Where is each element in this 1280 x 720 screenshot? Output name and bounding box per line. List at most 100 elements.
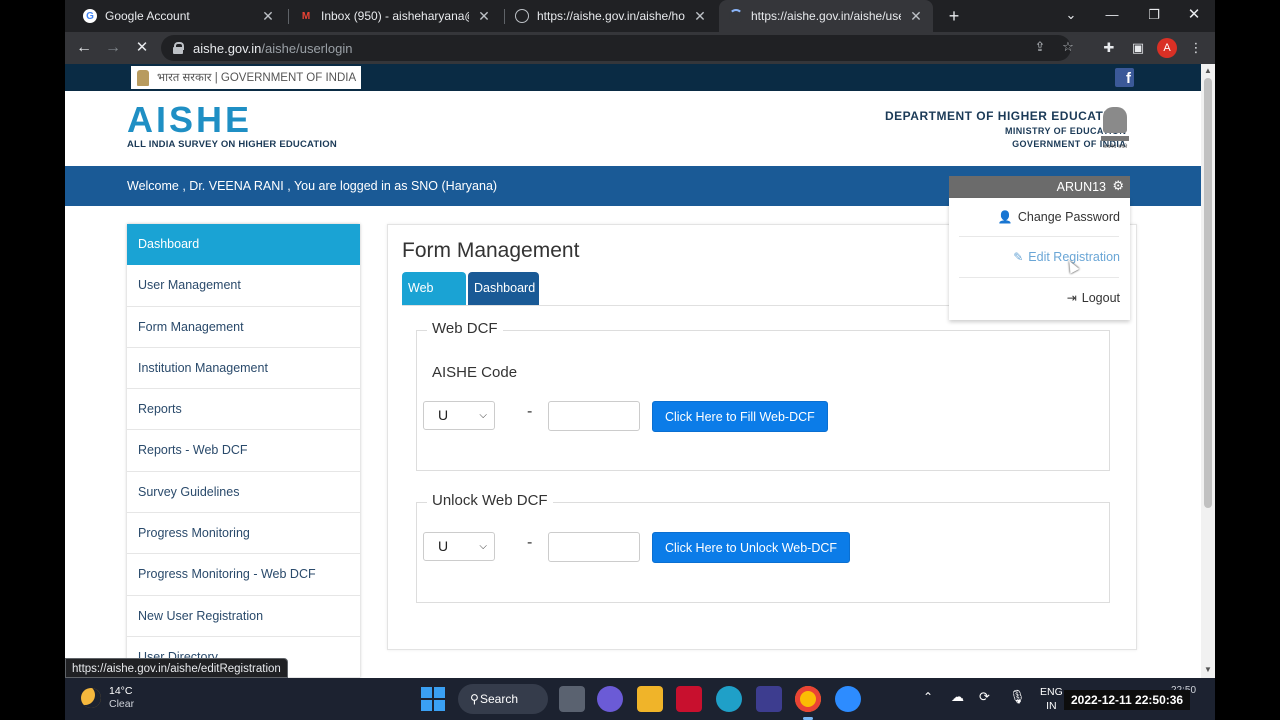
scroll-up-arrow-icon[interactable]: ▲ <box>1203 66 1213 76</box>
chevron-down-icon: ⌵ <box>479 410 487 421</box>
sidebar-item-progress-monitoring[interactable]: Progress Monitoring <box>127 513 360 555</box>
lock-icon[interactable] <box>173 42 184 54</box>
sidebar-item-reports-web-dcf[interactable]: Reports - Web DCF <box>127 430 360 472</box>
sidebar-item-institution-management[interactable]: Institution Management <box>127 348 360 390</box>
tab-dashboard[interactable]: Dashboard <box>468 272 539 305</box>
restore-button[interactable]: ❐ <box>1133 0 1175 32</box>
new-tab-button[interactable]: + <box>942 4 966 28</box>
weather-widget[interactable]: 14°C Clear <box>81 685 134 711</box>
close-window-button[interactable]: ✕ <box>1173 0 1215 32</box>
sidebar-item-user-management[interactable]: User Management <box>127 265 360 307</box>
tab-aishe-userlogin[interactable]: https://aishe.gov.in/aishe/userlog ✕ <box>719 0 933 32</box>
emblem-motto: सत्यमेव जयते <box>1102 144 1128 150</box>
address-bar[interactable]: aishe.gov.in/aishe/userlogin ⇪ ☆ <box>161 35 1074 61</box>
aishe-code-input[interactable] <box>548 401 640 431</box>
unlock-web-dcf-legend: Unlock Web DCF <box>427 492 553 509</box>
timestamp-overlay[interactable]: 2022-12-11 22:50:36 <box>1064 690 1191 710</box>
share-icon[interactable]: ⇪ <box>1031 39 1049 55</box>
windows-start-icon[interactable] <box>421 687 445 711</box>
webex-icon[interactable] <box>756 686 782 712</box>
sidebar-item-reports[interactable]: Reports <box>127 389 360 431</box>
facebook-icon[interactable]: f <box>1115 68 1134 87</box>
tab-close-icon[interactable]: ✕ <box>477 8 491 25</box>
region-code: IN <box>1046 700 1057 712</box>
web-dcf-legend: Web DCF <box>427 320 503 337</box>
more-menu-icon[interactable]: ⋮ <box>1186 38 1206 58</box>
tab-google-account[interactable]: G Google Account ✕ <box>73 0 285 32</box>
aishe-code-label: AISHE Code <box>432 364 518 381</box>
profile-avatar[interactable]: A <box>1157 38 1177 58</box>
edge-browser-icon[interactable] <box>716 686 742 712</box>
taskbar-search-button[interactable]: ⚲ Search <box>458 684 548 714</box>
language-indicator[interactable]: ENG IN <box>1040 685 1063 713</box>
aishe-code-type-select[interactable]: U ⌵ <box>423 401 495 430</box>
user-dropdown-menu: 👤 Change Password ✎ Edit Registration ⇥ … <box>949 198 1130 320</box>
edit-icon: ✎ <box>1013 250 1024 264</box>
stop-loading-icon[interactable]: ✕ <box>132 38 152 58</box>
mcafee-icon[interactable] <box>676 686 702 712</box>
sidebar-item-dashboard[interactable]: Dashboard <box>127 224 360 266</box>
select-value: U <box>438 538 449 554</box>
welcome-text: Welcome , Dr. VEENA RANI , You are logge… <box>127 179 498 193</box>
emblem-lions <box>1103 107 1127 133</box>
tab-aishe-home[interactable]: https://aishe.gov.in/aishe/home ✕ <box>505 0 717 32</box>
scroll-down-arrow-icon[interactable]: ▼ <box>1203 665 1213 675</box>
logo-title: AISHE <box>127 99 253 140</box>
google-icon: G <box>83 9 97 23</box>
chrome-icon[interactable] <box>795 686 821 712</box>
side-panel-icon[interactable]: ▣ <box>1128 38 1148 58</box>
national-emblem-icon <box>137 69 149 86</box>
menu-divider <box>959 236 1119 237</box>
tab-close-icon[interactable]: ✕ <box>261 8 275 25</box>
onedrive-cloud-icon[interactable]: ☁ <box>951 689 964 705</box>
tab-inbox[interactable]: M Inbox (950) - aisheharyana@gma ✕ <box>289 0 501 32</box>
search-icon: ⚲ <box>470 692 479 706</box>
sidebar-menu: Dashboard User Management Form Managemen… <box>127 224 360 678</box>
fill-web-dcf-button[interactable]: Click Here to Fill Web-DCF <box>652 401 828 432</box>
url-host: aishe.gov.in <box>193 40 262 56</box>
gmail-icon: M <box>301 10 311 22</box>
screen: G Google Account ✕ M Inbox (950) - aishe… <box>0 0 1280 720</box>
tab-search-chevron-icon[interactable]: ⌄ <box>1050 0 1092 32</box>
teams-chat-icon[interactable] <box>597 686 623 712</box>
scrollbar-thumb[interactable] <box>1204 78 1212 508</box>
logout-icon: ⇥ <box>1066 291 1077 305</box>
file-explorer-icon[interactable] <box>637 686 663 712</box>
zoom-icon[interactable] <box>835 686 861 712</box>
department-name: DEPARTMENT OF HIGHER EDUCATION <box>885 109 1127 123</box>
back-arrow-icon[interactable]: ← <box>74 38 94 58</box>
extensions-puzzle-icon[interactable]: ✚ <box>1099 38 1119 58</box>
tab-web-dcf[interactable]: Web DCF <box>402 272 466 328</box>
sync-icon[interactable]: ⟳ <box>979 689 990 705</box>
change-password-link[interactable]: 👤 Change Password <box>998 210 1120 224</box>
unlock-code-input[interactable] <box>548 532 640 562</box>
government-badge[interactable]: भारत सरकार | GOVERNMENT OF INDIA <box>131 66 361 89</box>
code-separator: - <box>527 403 533 420</box>
emblem-base <box>1101 136 1129 141</box>
unlock-web-dcf-button[interactable]: Click Here to Unlock Web-DCF <box>652 532 851 563</box>
sidebar-item-new-user-registration[interactable]: New User Registration <box>127 596 360 637</box>
logout-link[interactable]: ⇥ Logout <box>1067 291 1120 305</box>
tab-close-icon[interactable]: ✕ <box>693 8 707 25</box>
bookmark-star-icon[interactable]: ☆ <box>1059 39 1077 55</box>
sidebar-item-progress-monitoring-web-dcf[interactable]: Progress Monitoring - Web DCF <box>127 554 360 596</box>
menu-divider <box>959 277 1119 278</box>
menu-item-label: Logout <box>1081 291 1120 305</box>
windows-taskbar: 14°C Clear ⚲ Search ⌃ ☁ ⟳ 🎙 ENG IN 22:50… <box>65 678 1215 720</box>
user-icon: 👤 <box>997 210 1013 224</box>
tab-title: Inbox (950) - aisheharyana@gma <box>321 9 469 23</box>
task-view-icon[interactable] <box>559 686 585 712</box>
microphone-icon[interactable]: 🎙 <box>1009 689 1026 705</box>
forward-arrow-icon[interactable]: → <box>103 38 123 58</box>
sidebar-item-form-management[interactable]: Form Management <box>127 307 360 348</box>
tab-close-icon[interactable]: ✕ <box>909 8 923 25</box>
page-scrollbar[interactable]: ▲ ▼ <box>1201 64 1215 678</box>
aishe-logo[interactable]: AISHE ALL INDIA SURVEY ON HIGHER EDUCATI… <box>127 99 337 151</box>
ashoka-emblem-icon: सत्यमेव जयते <box>1101 107 1129 153</box>
tray-chevron-up-icon[interactable]: ⌃ <box>923 690 933 704</box>
minimize-button[interactable]: — <box>1091 0 1133 32</box>
sidebar-item-survey-guidelines[interactable]: Survey Guidelines <box>127 472 360 514</box>
unlock-code-type-select[interactable]: U ⌵ <box>423 532 495 561</box>
user-menu-toggle[interactable]: ARUN13 ⚙ <box>949 176 1130 198</box>
weather-condition: Clear <box>109 698 135 710</box>
